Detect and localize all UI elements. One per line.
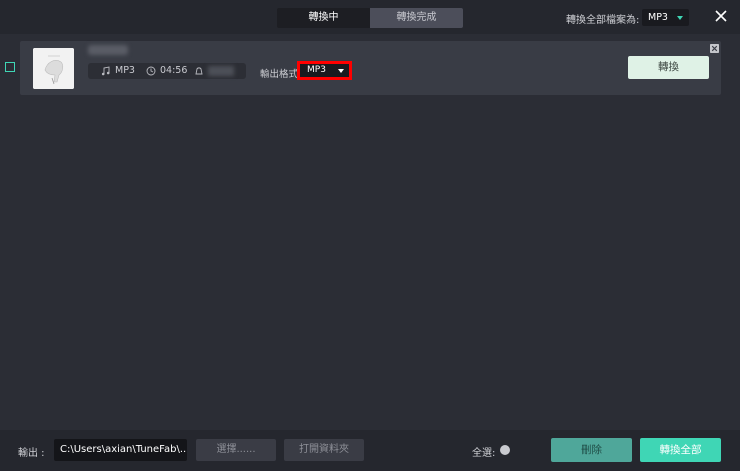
select-all-radio[interactable] xyxy=(500,445,510,455)
track-checkbox[interactable] xyxy=(5,62,15,72)
tab-converted[interactable]: 轉換完成 xyxy=(370,8,463,28)
output-path-field[interactable]: C:\Users\axian\TuneFab\... xyxy=(54,439,187,461)
clock-icon xyxy=(146,66,156,76)
bottom-bar: 輸出 : C:\Users\axian\TuneFab\... 選擇......… xyxy=(0,430,740,471)
convert-all-format-select[interactable]: MP3 xyxy=(642,9,689,26)
track-format: MP3 xyxy=(115,65,135,76)
track-duration: 04:56 xyxy=(160,65,188,76)
bell-icon xyxy=(195,67,203,75)
track-row: MP3 04:56 輸出格式: MP3 轉換 xyxy=(20,41,721,95)
delete-button[interactable]: 刪除 xyxy=(551,438,632,462)
track-meta-bar: MP3 04:56 xyxy=(88,63,246,79)
choose-button[interactable]: 選擇...... xyxy=(196,439,276,461)
output-format-label: 輸出格式: xyxy=(260,69,302,80)
music-note-icon xyxy=(101,66,110,76)
close-icon[interactable] xyxy=(713,8,729,24)
convert-all-button[interactable]: 轉換全部 xyxy=(640,438,721,462)
album-art-icon xyxy=(33,48,74,89)
album-cover xyxy=(33,48,74,89)
convert-all-format-label: 轉換全部檔案為: xyxy=(566,15,640,26)
tab-converting[interactable]: 轉換中 xyxy=(277,8,370,28)
select-all-label: 全選: xyxy=(472,448,496,459)
top-bar: 轉換中 轉換完成 轉換全部檔案為: MP3 xyxy=(0,0,740,34)
convert-all-format-value: MP3 xyxy=(648,12,668,23)
chevron-down-icon xyxy=(677,16,683,20)
chevron-down-icon xyxy=(338,69,344,73)
track-size-blurred xyxy=(208,66,234,76)
convert-button[interactable]: 轉換 xyxy=(628,56,709,79)
output-format-select[interactable]: MP3 xyxy=(297,61,352,80)
output-label: 輸出 : xyxy=(18,448,45,459)
output-format-value: MP3 xyxy=(307,65,326,75)
track-title-blurred xyxy=(88,45,128,55)
tab-group: 轉換中 轉換完成 xyxy=(277,8,463,28)
remove-icon[interactable] xyxy=(710,44,719,53)
open-folder-button[interactable]: 打開資料夾 xyxy=(284,439,364,461)
